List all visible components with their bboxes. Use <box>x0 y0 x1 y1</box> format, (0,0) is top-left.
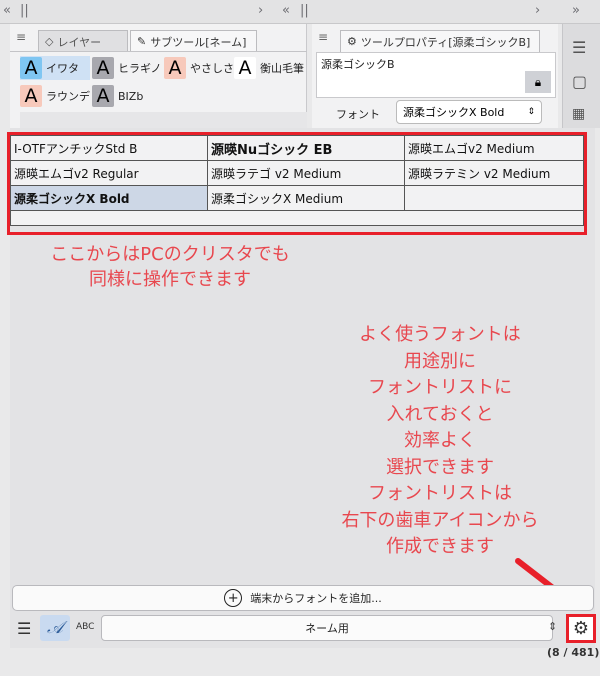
chevron-updown-icon: ⇕ <box>527 107 535 117</box>
chevron-updown-icon[interactable]: ⇕ <box>548 620 557 633</box>
font-a-icon: A <box>20 57 42 79</box>
tool-property-panel: ≡ ⚙ ツールプロパティ[源柔ゴシックB] 源柔ゴシックB 🔒︎ フォント 源柔… <box>312 24 558 128</box>
font-list-table: I-OTFアンチックStd B 源暎Nuゴシック EB 源暎エムゴv2 Medi… <box>10 135 584 226</box>
film-icon[interactable]: ▦ <box>572 106 585 122</box>
top-strip: « || › « || › » <box>0 0 600 24</box>
font-item[interactable]: A やさしさ <box>164 56 234 80</box>
add-font-button[interactable]: + 端末からフォントを追加... <box>12 585 594 611</box>
font-cell[interactable]: 源暎エムゴv2 Regular <box>10 160 208 186</box>
plus-circle-icon: + <box>224 589 243 607</box>
font-label: フォント <box>336 108 380 121</box>
table-row: 源暎エムゴv2 Regular 源暎ラテゴ v2 Medium 源暎ラテミン v… <box>10 160 584 186</box>
font-cell[interactable] <box>404 185 584 211</box>
wrench-icon: ⚙ <box>347 35 357 48</box>
table-row: 源柔ゴシックX Bold 源柔ゴシックX Medium <box>10 185 584 211</box>
panel-grip-icon[interactable]: || <box>20 3 29 18</box>
font-a-icon: A <box>92 57 114 79</box>
tool-name-box: 源柔ゴシックB 🔒︎ <box>316 52 556 98</box>
font-cell[interactable]: 源暎ラテゴ v2 Medium <box>207 160 405 186</box>
font-list-select[interactable]: ネーム用 <box>101 615 553 641</box>
font-cell[interactable]: 源暎エムゴv2 Medium <box>404 135 584 161</box>
font-item[interactable]: A BIZb <box>92 84 162 108</box>
font-cell[interactable]: 源暎Nuゴシック EB <box>207 135 405 161</box>
menu-icon[interactable]: ≡ <box>318 30 328 44</box>
panel-grip-icon-2[interactable]: || <box>300 3 309 18</box>
lock-icon[interactable]: 🔒︎ <box>525 71 551 93</box>
annotation-bottom: よく使うフォントは 用途別に フォントリストに 入れておくと 効率よく 選択でき… <box>341 324 539 557</box>
font-a-icon: A <box>164 57 186 79</box>
layers-icon: ◇ <box>45 35 54 48</box>
subtool-panel: ≡ ◇ レイヤー ✎ サブツール[ネーム] A イワタ A ヒラギノ A やさし… <box>10 24 307 128</box>
expand-right-icon[interactable]: › <box>258 3 263 18</box>
font-a-icon: A <box>20 85 42 107</box>
expand-right-icon-2[interactable]: › <box>535 3 540 18</box>
font-cell-empty <box>10 210 584 226</box>
collapse-left-icon[interactable]: « <box>3 3 11 18</box>
font-item[interactable]: A ラウンデ <box>20 84 90 108</box>
font-preview-icon[interactable]: 𝒜 <box>40 615 70 641</box>
font-list-highlight: I-OTFアンチックStd B 源暎Nuゴシック EB 源暎エムゴv2 Medi… <box>7 132 587 235</box>
table-row <box>10 210 584 226</box>
tab-divider <box>10 51 307 52</box>
font-cell[interactable]: I-OTFアンチックStd B <box>10 135 208 161</box>
font-select[interactable]: 源柔ゴシックX Bold ⇕ <box>396 100 542 124</box>
list-panel-icon[interactable]: ☰ <box>572 38 586 57</box>
tool-name: 源柔ゴシックB <box>321 58 395 71</box>
brush-icon: ✎ <box>137 35 147 48</box>
abc-view-button[interactable]: ABC <box>76 622 94 632</box>
font-item[interactable]: A イワタ <box>20 56 90 80</box>
list-view-icon[interactable]: ☰ <box>17 619 31 638</box>
tab-subtool[interactable]: ✎ サブツール[ネーム] <box>130 30 257 52</box>
font-item[interactable]: A 衡山毛筆 <box>234 56 307 80</box>
collapse-left-icon-2[interactable]: « <box>282 3 290 18</box>
font-row-partial <box>20 112 307 128</box>
tab-layer[interactable]: ◇ レイヤー <box>38 30 128 52</box>
window-icon[interactable]: ▢ <box>572 72 587 91</box>
font-cell[interactable]: 源柔ゴシックX Medium <box>207 185 405 211</box>
annotation-top: ここからはPCのクリスタでも 同様に操作できます <box>50 244 290 290</box>
right-icon-strip: ☰ ▢ ▦ <box>562 24 600 128</box>
font-item[interactable]: A ヒラギノ <box>92 56 162 80</box>
collapse-right-icon[interactable]: » <box>572 3 580 18</box>
menu-icon[interactable]: ≡ <box>16 30 26 44</box>
font-a-icon: A <box>92 85 114 107</box>
tab-tool-property[interactable]: ⚙ ツールプロパティ[源柔ゴシックB] <box>340 30 540 52</box>
font-a-icon: A <box>234 57 256 79</box>
gear-icon[interactable]: ⚙ <box>566 614 596 643</box>
font-cell[interactable]: 源暎ラテミン v2 Medium <box>404 160 584 186</box>
font-cell-selected[interactable]: 源柔ゴシックX Bold <box>10 185 208 211</box>
table-row: I-OTFアンチックStd B 源暎Nuゴシック EB 源暎エムゴv2 Medi… <box>10 135 584 161</box>
font-count: (8 / 481) <box>547 646 600 659</box>
